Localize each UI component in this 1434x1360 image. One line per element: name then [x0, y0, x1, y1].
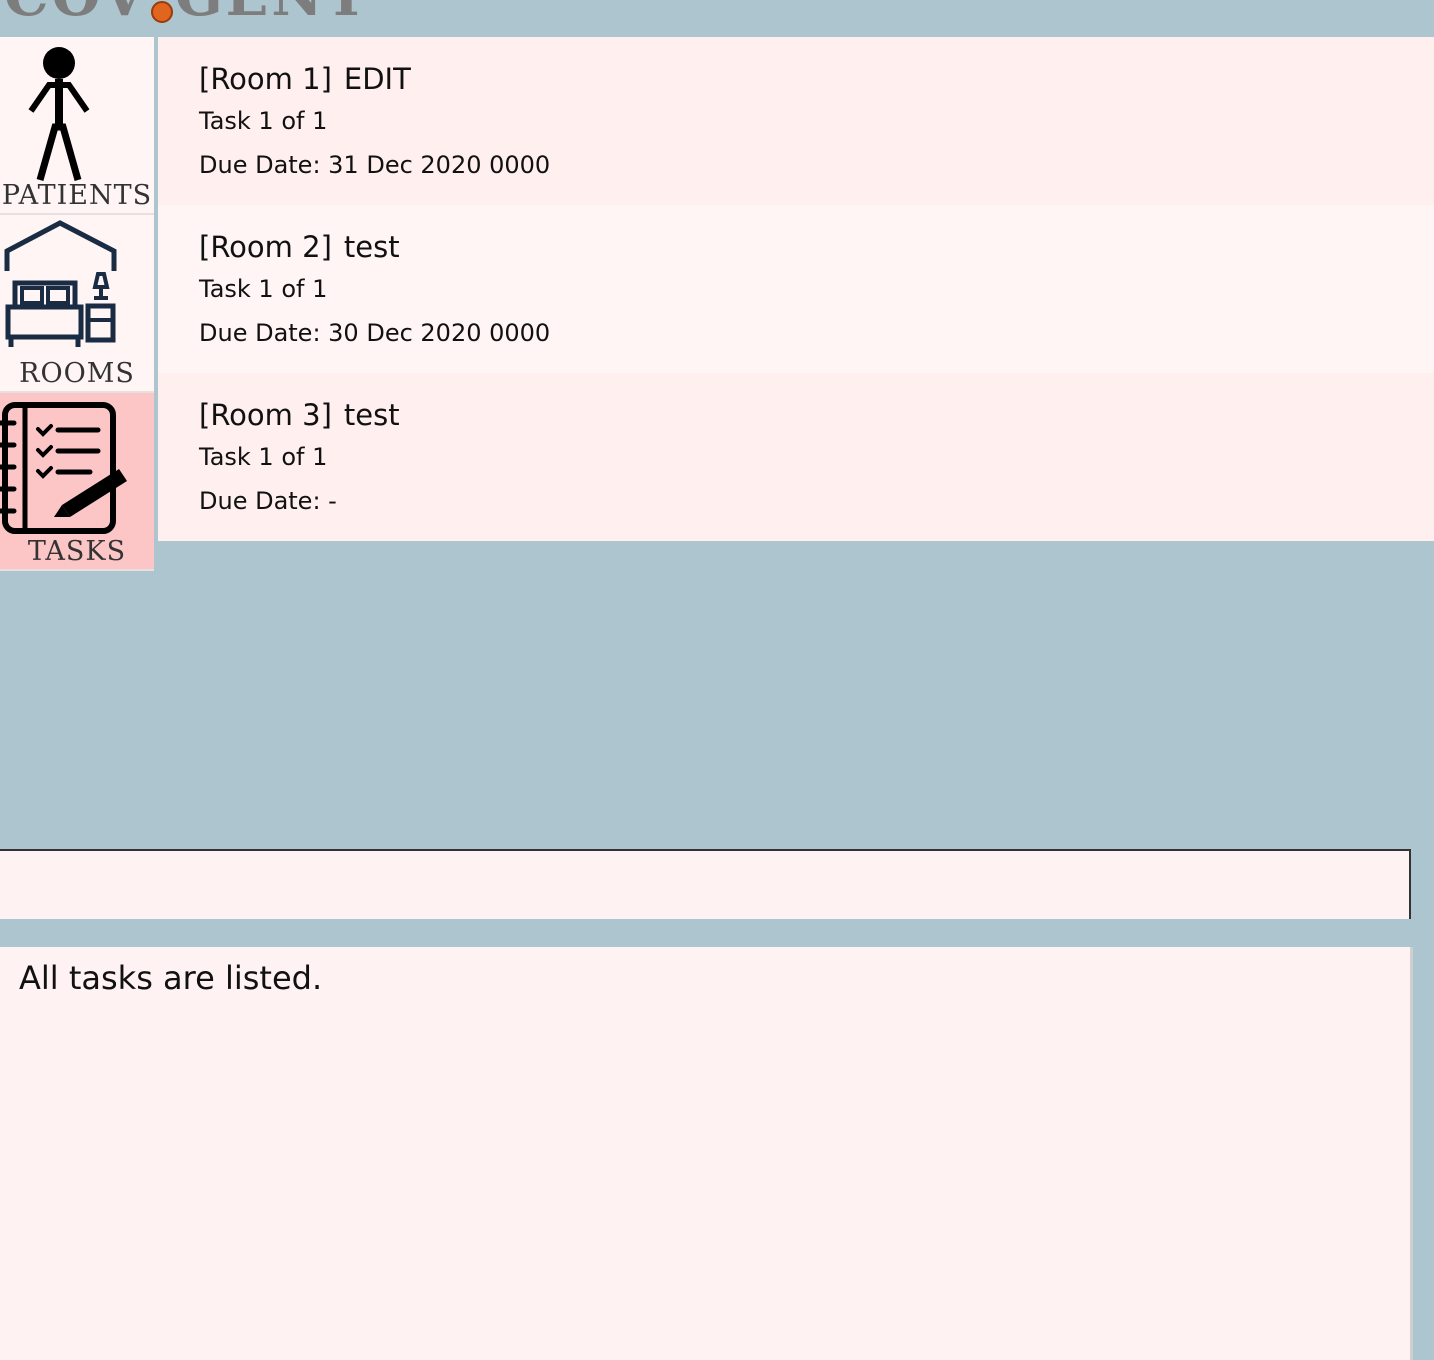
- task-title: [Room 3] test: [199, 395, 1434, 435]
- tab-rooms-label: ROOMS: [19, 358, 135, 389]
- task-description: EDIT: [343, 62, 411, 96]
- task-due-date: Due Date: -: [199, 487, 337, 515]
- tab-patients[interactable]: PATIENTS: [0, 37, 154, 215]
- task-title: [Room 1] EDIT: [199, 59, 1434, 99]
- stick-figure-icon: [28, 47, 90, 181]
- task-index: Task 1 of 1: [199, 443, 328, 471]
- command-box: [0, 849, 1411, 919]
- logo-text: COVGENT: [4, 0, 370, 29]
- task-title: [Room 2] test: [199, 227, 1434, 267]
- task-list: [Room 1] EDIT Task 1 of 1 Due Date: 31 De…: [158, 37, 1434, 541]
- task-due-date: Due Date: 30 Dec 2020 0000: [199, 319, 551, 347]
- sidebar: PATIENTS ROOMS TASKS: [0, 37, 155, 571]
- task-notebook-icon: [0, 402, 127, 534]
- task-card[interactable]: [Room 2] test Task 1 of 1 Due Date: 30 De…: [158, 205, 1434, 373]
- task-room: [Room 2]: [199, 230, 332, 264]
- tab-tasks[interactable]: TASKS: [0, 393, 154, 571]
- result-scrollbar[interactable]: [1410, 947, 1413, 1360]
- result-message: All tasks are listed.: [19, 959, 323, 997]
- task-index: Task 1 of 1: [199, 107, 328, 135]
- task-room: [Room 3]: [199, 398, 332, 432]
- task-card[interactable]: [Room 1] EDIT Task 1 of 1 Due Date: 31 De…: [158, 37, 1434, 205]
- result-display: All tasks are listed.: [0, 947, 1410, 1360]
- bedroom-icon: [4, 220, 117, 347]
- task-card[interactable]: [Room 3] test Task 1 of 1 Due Date: -: [158, 373, 1434, 541]
- logo-dot-icon: [150, 1, 173, 24]
- task-room: [Room 1]: [199, 62, 332, 96]
- tab-patients-label: PATIENTS: [1, 180, 153, 211]
- task-description: test: [343, 230, 400, 264]
- tab-tasks-label: TASKS: [27, 536, 127, 567]
- command-input[interactable]: [0, 851, 1409, 919]
- app-logo: COVGENT: [4, 0, 370, 24]
- tab-rooms[interactable]: ROOMS: [0, 215, 154, 393]
- task-description: test: [343, 398, 400, 432]
- task-due-date: Due Date: 31 Dec 2020 0000: [199, 151, 551, 179]
- task-index: Task 1 of 1: [199, 275, 328, 303]
